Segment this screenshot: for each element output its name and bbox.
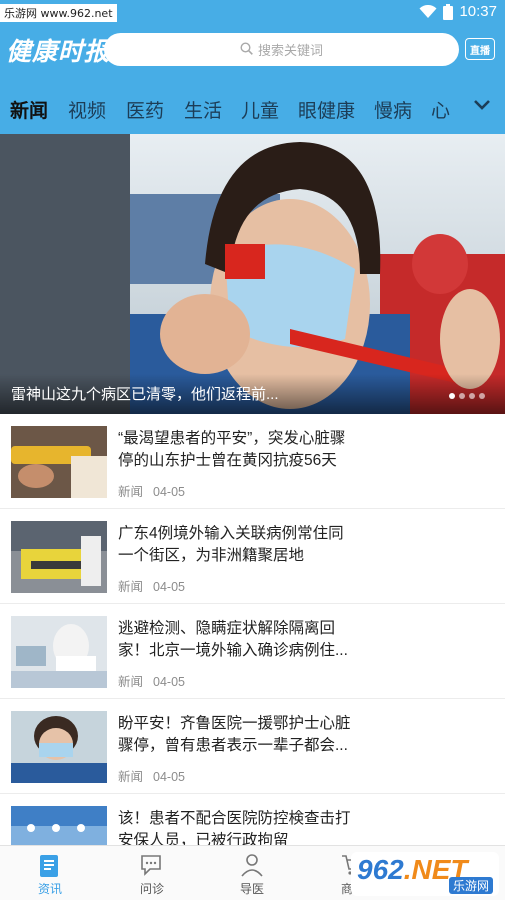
news-date: 04-05 [153, 485, 185, 499]
search-input[interactable]: 搜索关键词 [104, 33, 459, 66]
nav-news-label: 资讯 [37, 882, 62, 896]
news-thumbnail [11, 426, 107, 498]
category-tabs: 新闻 视频 医药 生活 儿童 眼健康 慢病 心 [0, 86, 505, 130]
hero-photo [0, 134, 505, 414]
search-icon [240, 41, 253, 58]
news-date: 04-05 [153, 580, 185, 594]
site-watermark-logo: 962.NET 乐游网 [351, 852, 499, 896]
news-item[interactable]: 逃避检测、隐瞒症状解除隔离回家！北京一境外输入确诊病例住... 新闻 04-05 [0, 604, 505, 699]
nav-consult-label: 问诊 [139, 882, 164, 896]
news-thumbnail [11, 521, 107, 593]
live-button[interactable]: 直播 [465, 38, 495, 60]
news-date: 04-05 [153, 770, 185, 784]
news-category: 新闻 [118, 675, 144, 689]
wifi-icon [419, 4, 437, 19]
tab-heart[interactable]: 心 [431, 96, 450, 123]
status-bar: 乐游网 www.962.net 10:37 [0, 0, 505, 26]
news-title: 逃避检测、隐瞒症状解除隔离回家！北京一境外输入确诊病例住... [118, 620, 348, 659]
nav-guide-label: 导医 [239, 882, 264, 896]
app-logo: 健康时报 [6, 37, 111, 66]
chevron-down-icon[interactable] [473, 98, 491, 116]
site-watermark: 乐游网 www.962.net [0, 4, 117, 22]
search-placeholder: 搜索关键词 [257, 43, 323, 58]
news-item[interactable]: 盼平安！齐鲁医院一援鄂护士心脏骤停，曾有患者表示一辈子都会... 新闻 04-05 [0, 699, 505, 794]
carousel-dot [459, 393, 465, 399]
carousel-dot [479, 393, 485, 399]
doctor-icon [222, 850, 282, 880]
news-item[interactable]: 广东4例境外输入关联病例常住同一个街区，为非洲籍聚居地 新闻 04-05 [0, 509, 505, 604]
nav-news[interactable]: 资讯 [20, 850, 80, 897]
news-category: 新闻 [118, 770, 144, 784]
news-date: 04-05 [153, 675, 185, 689]
battery-icon [443, 3, 454, 20]
nav-consult[interactable]: 问诊 [122, 850, 182, 897]
tab-chronic-disease[interactable]: 慢病 [374, 96, 412, 123]
watermark-number: 962 [357, 854, 404, 885]
nav-guide[interactable]: 导医 [222, 850, 282, 897]
app-header: 健康时报 搜索关键词 直播 [0, 28, 505, 72]
chat-icon [122, 850, 182, 880]
tab-news[interactable]: 新闻 [10, 96, 48, 123]
tab-medicine[interactable]: 医药 [126, 96, 164, 123]
news-title: “最渴望患者的平安”，突发心脏骤停的山东护士曾在黄冈抗疫56天 [118, 430, 346, 469]
news-title: 盼平安！齐鲁医院一援鄂护士心脏骤停，曾有患者表示一辈子都会... [118, 715, 351, 754]
news-category: 新闻 [118, 485, 144, 499]
news-icon [20, 850, 80, 880]
news-thumbnail [11, 616, 107, 688]
news-thumbnail [11, 711, 107, 783]
news-item[interactable]: “最渴望患者的平安”，突发心脏骤停的山东护士曾在黄冈抗疫56天 新闻 04-05 [0, 414, 505, 509]
tab-eye-health[interactable]: 眼健康 [298, 96, 355, 123]
news-category: 新闻 [118, 580, 144, 594]
news-title: 广东4例境外输入关联病例常住同一个街区，为非洲籍聚居地 [118, 525, 344, 564]
carousel-indicator [449, 393, 485, 399]
tab-video[interactable]: 视频 [68, 96, 106, 123]
tab-life[interactable]: 生活 [184, 96, 222, 123]
clock-time: 10:37 [459, 3, 497, 20]
watermark-sub: 乐游网 [448, 877, 493, 894]
carousel-dot [469, 393, 475, 399]
carousel-dot [449, 393, 455, 399]
hero-caption: 雷神山这九个病区已清零，他们返程前... [11, 386, 279, 403]
tab-children[interactable]: 儿童 [241, 96, 279, 123]
hero-banner[interactable]: 雷神山这九个病区已清零，他们返程前... [0, 134, 505, 414]
